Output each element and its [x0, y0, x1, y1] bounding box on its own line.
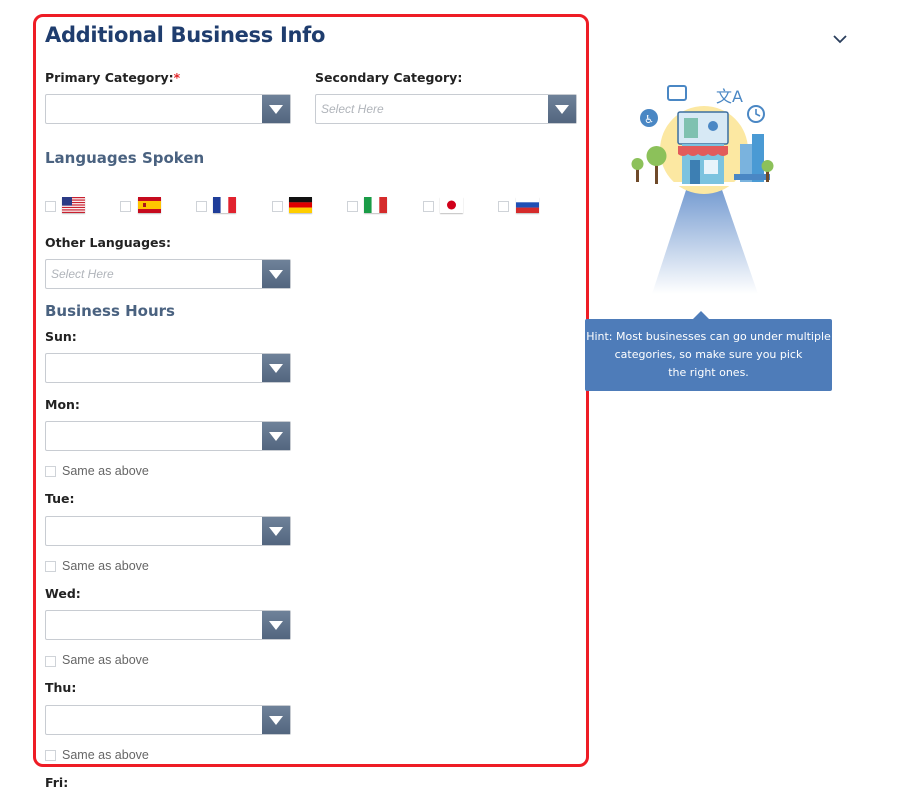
- day-label-mon: Mon:: [45, 397, 80, 412]
- germany-flag-icon: [289, 197, 312, 213]
- russia-flag-icon: [516, 197, 539, 213]
- select-placeholder: Select Here: [321, 102, 384, 116]
- same-as-above-checkbox-tue[interactable]: [45, 561, 56, 572]
- hint-tooltip: Hint: Most businesses can go under multi…: [585, 311, 832, 391]
- dropdown-arrow-icon[interactable]: [548, 95, 576, 123]
- other-languages-label: Other Languages:: [45, 235, 171, 250]
- dropdown-arrow-icon[interactable]: [262, 517, 290, 545]
- storefront-illustration: ♿ 文A: [620, 85, 790, 294]
- dropdown-arrow-icon[interactable]: [262, 611, 290, 639]
- same-as-above-label: Same as above: [62, 653, 149, 667]
- language-checkbox-italian[interactable]: [347, 201, 358, 212]
- dropdown-arrow-icon[interactable]: [262, 422, 290, 450]
- dropdown-arrow-icon[interactable]: [262, 706, 290, 734]
- language-checkbox-german[interactable]: [272, 201, 283, 212]
- dropdown-arrow-icon[interactable]: [262, 95, 290, 123]
- secondary-category-label: Secondary Category:: [315, 70, 463, 85]
- language-checkbox-english[interactable]: [45, 201, 56, 212]
- day-label-wed: Wed:: [45, 586, 81, 601]
- same-as-above-checkbox-wed[interactable]: [45, 656, 56, 667]
- section-title: Additional Business Info: [45, 23, 326, 47]
- select-placeholder: Select Here: [51, 267, 114, 281]
- other-languages-select[interactable]: Select Here: [45, 259, 291, 289]
- day-label-sun: Sun:: [45, 329, 77, 344]
- hint-line: Hint: Most businesses can go under multi…: [586, 330, 831, 343]
- business-hours-heading: Business Hours: [45, 302, 175, 320]
- hours-select-mon[interactable]: [45, 421, 291, 451]
- required-mark: *: [173, 70, 181, 85]
- same-as-above-label: Same as above: [62, 559, 149, 573]
- svg-text:♿: ♿: [644, 113, 654, 126]
- language-checkbox-french[interactable]: [196, 201, 207, 212]
- hours-select-thu[interactable]: [45, 705, 291, 735]
- italy-flag-icon: [364, 197, 387, 213]
- hours-select-tue[interactable]: [45, 516, 291, 546]
- dropdown-arrow-icon[interactable]: [262, 260, 290, 288]
- hint-line: categories, so make sure you pick: [614, 348, 803, 361]
- language-checkbox-russian[interactable]: [498, 201, 509, 212]
- same-as-above-label: Same as above: [62, 748, 149, 762]
- us-flag-icon: [62, 197, 85, 213]
- hours-select-sun[interactable]: [45, 353, 291, 383]
- primary-category-label: Primary Category:*: [45, 70, 181, 85]
- day-label-tue: Tue:: [45, 491, 75, 506]
- same-as-above-checkbox-thu[interactable]: [45, 750, 56, 761]
- hours-select-wed[interactable]: [45, 610, 291, 640]
- svg-text:文A: 文A: [716, 87, 743, 106]
- hint-line: the right ones.: [668, 366, 749, 379]
- language-checkbox-japanese[interactable]: [423, 201, 434, 212]
- dropdown-arrow-icon[interactable]: [262, 354, 290, 382]
- same-as-above-checkbox-mon[interactable]: [45, 466, 56, 477]
- same-as-above-label: Same as above: [62, 464, 149, 478]
- secondary-category-select[interactable]: Select Here: [315, 94, 577, 124]
- chevron-down-icon[interactable]: [832, 33, 848, 45]
- france-flag-icon: [213, 197, 236, 213]
- primary-category-select[interactable]: [45, 94, 291, 124]
- japan-flag-icon: [440, 197, 463, 213]
- spain-flag-icon: [138, 197, 161, 213]
- language-checkbox-spanish[interactable]: [120, 201, 131, 212]
- languages-heading: Languages Spoken: [45, 149, 205, 167]
- day-label-fri: Fri:: [45, 775, 69, 790]
- day-label-thu: Thu:: [45, 680, 77, 695]
